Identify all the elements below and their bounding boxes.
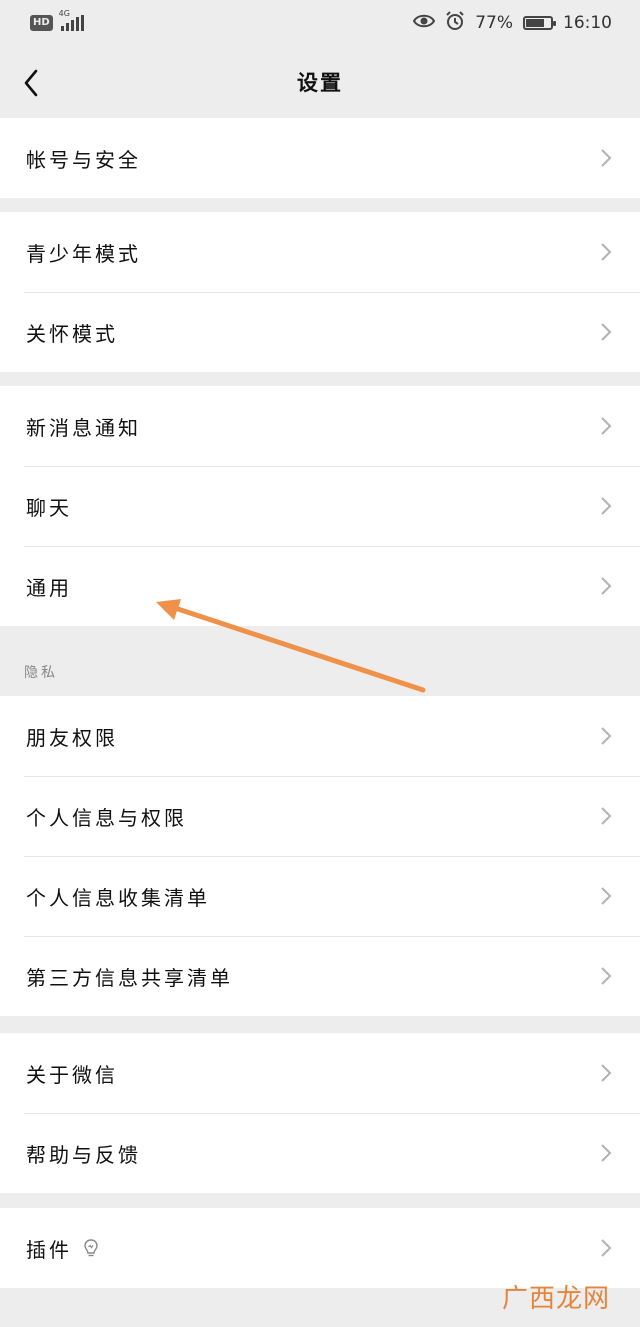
settings-item-general[interactable]: 通用: [0, 546, 640, 626]
item-label: 青少年模式: [26, 241, 141, 266]
chevron-left-icon: [24, 69, 38, 97]
settings-item-teen-mode[interactable]: 青少年模式: [0, 212, 640, 292]
chevron-right-icon: [600, 724, 614, 748]
item-label: 插件: [26, 1237, 72, 1262]
chevron-right-icon: [600, 494, 614, 518]
status-left: HD 4G: [30, 9, 84, 31]
back-button[interactable]: [14, 66, 48, 100]
section-label-privacy: 隐私: [24, 665, 58, 681]
item-label: 新消息通知: [26, 415, 141, 440]
chevron-right-icon: [600, 964, 614, 988]
settings-item-about-wechat[interactable]: 关于微信: [0, 1033, 640, 1113]
status-bar: HD 4G 77% 16:10: [0, 0, 640, 46]
network-type: 4G: [58, 9, 70, 18]
watermark: 广西龙网: [501, 1284, 610, 1314]
group-general: 新消息通知 聊天 通用: [0, 386, 640, 626]
item-label: 个人信息与权限: [26, 805, 187, 830]
chevron-right-icon: [600, 804, 614, 828]
chevron-right-icon: [600, 1236, 614, 1260]
chevron-right-icon: [600, 884, 614, 908]
item-label: 个人信息收集清单: [26, 885, 210, 910]
alarm-icon: [445, 10, 465, 36]
settings-item-notifications[interactable]: 新消息通知: [0, 386, 640, 466]
item-label: 帮助与反馈: [26, 1142, 141, 1167]
chevron-right-icon: [600, 1141, 614, 1165]
settings-item-account-security[interactable]: 帐号与安全: [0, 118, 640, 198]
battery-icon: [523, 16, 556, 30]
item-label: 第三方信息共享清单: [26, 965, 233, 990]
chevron-right-icon: [600, 240, 614, 264]
chevron-right-icon: [600, 1061, 614, 1085]
settings-item-care-mode[interactable]: 关怀模式: [0, 292, 640, 372]
item-label: 关怀模式: [26, 321, 118, 346]
group-plugins: 插件: [0, 1208, 640, 1288]
group-privacy: 朋友权限 个人信息与权限 个人信息收集清单 第三方信息共享清单: [0, 696, 640, 1016]
item-label: 朋友权限: [26, 725, 118, 750]
lightbulb-icon: [82, 1238, 100, 1258]
group-about: 关于微信 帮助与反馈: [0, 1033, 640, 1193]
item-label: 关于微信: [26, 1062, 118, 1087]
settings-item-info-collection-list[interactable]: 个人信息收集清单: [0, 856, 640, 936]
item-label-wrap: 插件: [26, 1234, 100, 1263]
settings-item-chat[interactable]: 聊天: [0, 466, 640, 546]
chevron-right-icon: [600, 320, 614, 344]
group-account: 帐号与安全: [0, 118, 640, 198]
status-right: 77% 16:10: [413, 10, 612, 36]
settings-item-help-feedback[interactable]: 帮助与反馈: [0, 1113, 640, 1193]
settings-item-personal-info-permissions[interactable]: 个人信息与权限: [0, 776, 640, 856]
group-modes: 青少年模式 关怀模式: [0, 212, 640, 372]
settings-item-third-party-sharing-list[interactable]: 第三方信息共享清单: [0, 936, 640, 1016]
nav-bar: 设置: [0, 46, 640, 118]
item-label: 帐号与安全: [26, 147, 141, 172]
page-title: 设置: [297, 71, 343, 95]
hd-badge: HD: [30, 15, 53, 31]
chevron-right-icon: [600, 574, 614, 598]
settings-item-friend-permissions[interactable]: 朋友权限: [0, 696, 640, 776]
signal-icon: 4G: [59, 9, 84, 31]
chevron-right-icon: [600, 146, 614, 170]
item-label: 聊天: [26, 495, 72, 520]
battery-percent: 77%: [475, 13, 513, 33]
clock: 16:10: [563, 13, 612, 33]
settings-item-plugins[interactable]: 插件: [0, 1208, 640, 1288]
eye-icon: [413, 13, 436, 34]
chevron-right-icon: [600, 414, 614, 438]
item-label: 通用: [26, 575, 72, 600]
